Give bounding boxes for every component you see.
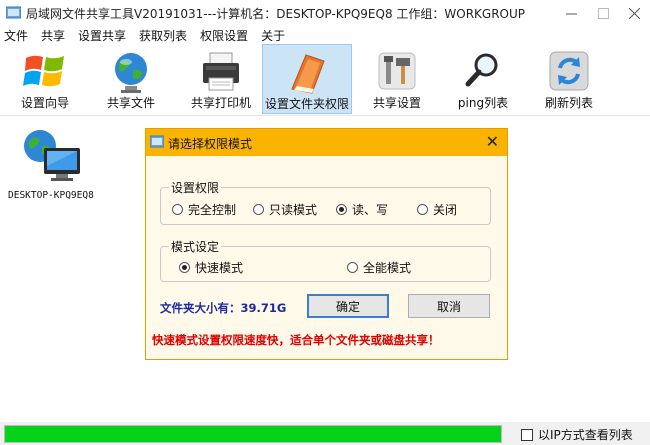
menu-file[interactable]: 文件 bbox=[4, 27, 28, 44]
tool-setup-wizard[interactable]: 设置向导 bbox=[14, 44, 76, 114]
close-button[interactable] bbox=[618, 0, 650, 26]
radio-full-control[interactable]: 完全控制 bbox=[172, 201, 236, 218]
menu-about[interactable]: 关于 bbox=[261, 27, 285, 44]
progress-bar bbox=[4, 425, 502, 443]
folder-book-icon bbox=[291, 54, 325, 94]
menu-share-settings[interactable]: 设置共享 bbox=[78, 27, 126, 44]
tool-label: 共享文件 bbox=[106, 96, 155, 110]
main-window: 局域网文件共享工具V20191031---计算机名：DESKTOP-KPQ9EQ… bbox=[0, 0, 650, 445]
menu-permission-settings[interactable]: 权限设置 bbox=[200, 27, 248, 44]
folder-size-label: 文件夹大小有：39.71G bbox=[160, 301, 287, 315]
mode-group: 模式设定 快速模式 全能模式 bbox=[160, 238, 491, 282]
tool-share-printer[interactable]: 共享打印机 bbox=[186, 44, 256, 114]
ip-view-checkbox[interactable]: 以IP方式查看列表 bbox=[521, 426, 633, 443]
toolbar: 设置向导 共享文件 共享打印机 设置文件夹权限 共享设置 ping列表 刷新列表 bbox=[0, 44, 650, 116]
dialog-app-icon bbox=[150, 135, 164, 148]
radio-circle bbox=[172, 204, 183, 215]
window-title: 局域网文件共享工具V20191031---计算机名：DESKTOP-KPQ9EQ… bbox=[26, 7, 526, 21]
menu-bar: 文件 共享 设置共享 获取列表 权限设置 关于 bbox=[0, 26, 650, 44]
radio-read-write[interactable]: 读、写 bbox=[336, 201, 388, 218]
mode-group-legend: 模式设定 bbox=[169, 238, 222, 255]
tool-label: 共享打印机 bbox=[190, 96, 251, 110]
ok-button[interactable]: 确定 bbox=[307, 294, 389, 318]
radio-label: 关闭 bbox=[433, 203, 458, 217]
tool-share-settings[interactable]: 共享设置 bbox=[366, 44, 428, 114]
dialog-title-bar: 请选择权限模式 ✕ bbox=[146, 129, 507, 156]
permission-group-legend: 设置权限 bbox=[169, 179, 222, 196]
radio-circle bbox=[347, 262, 358, 273]
checkbox-label: 以IP方式查看列表 bbox=[538, 428, 633, 442]
radio-circle-selected bbox=[336, 204, 347, 215]
permission-group: 设置权限 完全控制 只读模式 读、写 关闭 bbox=[160, 179, 491, 225]
warning-text: 快速模式设置权限速度快，适合单个文件夹或磁盘共享！ bbox=[152, 333, 440, 347]
tool-ping-list[interactable]: ping列表 bbox=[452, 44, 514, 114]
tool-refresh-list[interactable]: 刷新列表 bbox=[538, 44, 600, 114]
cancel-button[interactable]: 取消 bbox=[408, 294, 490, 318]
radio-full-mode[interactable]: 全能模式 bbox=[347, 259, 411, 276]
tool-share-file[interactable]: 共享文件 bbox=[100, 44, 162, 114]
tool-label: 刷新列表 bbox=[544, 96, 593, 110]
radio-close[interactable]: 关闭 bbox=[417, 201, 457, 218]
computer-item[interactable]: DESKTOP-KPQ9EQ8 bbox=[8, 126, 108, 216]
computer-name: DESKTOP-KPQ9EQ8 bbox=[8, 190, 94, 201]
radio-label: 读、写 bbox=[352, 203, 389, 217]
tool-label: 设置文件夹权限 bbox=[264, 97, 349, 111]
menu-get-list[interactable]: 获取列表 bbox=[139, 27, 187, 44]
tools-icon bbox=[378, 52, 416, 90]
status-bar: 以IP方式查看列表 bbox=[0, 422, 650, 445]
radio-read-only[interactable]: 只读模式 bbox=[253, 201, 317, 218]
radio-circle-selected bbox=[179, 262, 190, 273]
printer-icon bbox=[203, 52, 239, 91]
title-bar: 局域网文件共享工具V20191031---计算机名：DESKTOP-KPQ9EQ… bbox=[0, 0, 650, 26]
maximize-button[interactable] bbox=[587, 0, 619, 26]
tool-folder-permission[interactable]: 设置文件夹权限 bbox=[262, 44, 352, 114]
radio-fast-mode[interactable]: 快速模式 bbox=[179, 259, 243, 276]
dialog-body: 设置权限 完全控制 只读模式 读、写 关闭 模式设定 快速模式 全能模式 文件夹… bbox=[146, 156, 507, 359]
magnifier-icon bbox=[465, 53, 498, 87]
tool-label: 共享设置 bbox=[372, 96, 421, 110]
app-icon bbox=[6, 6, 21, 19]
radio-label: 全能模式 bbox=[363, 261, 412, 275]
radio-circle bbox=[253, 204, 264, 215]
menu-share[interactable]: 共享 bbox=[41, 27, 65, 44]
radio-circle bbox=[417, 204, 428, 215]
dialog-title: 请选择权限模式 bbox=[168, 137, 253, 151]
progress-fill bbox=[5, 426, 501, 442]
tool-label: ping列表 bbox=[457, 96, 509, 110]
dialog-close-icon[interactable]: ✕ bbox=[486, 132, 499, 151]
permission-dialog: 请选择权限模式 ✕ 设置权限 完全控制 只读模式 读、写 关闭 模式设定 快速模… bbox=[145, 128, 508, 360]
network-computer-icon bbox=[24, 130, 80, 181]
tool-label: 设置向导 bbox=[20, 96, 69, 110]
maximize-icon bbox=[597, 7, 609, 19]
checkbox-box bbox=[521, 428, 533, 441]
windows-logo-icon bbox=[23, 55, 64, 87]
radio-label: 快速模式 bbox=[195, 261, 244, 275]
minimize-icon bbox=[565, 13, 577, 14]
globe-icon bbox=[115, 53, 147, 93]
minimize-button[interactable] bbox=[555, 0, 587, 26]
radio-label: 完全控制 bbox=[188, 203, 237, 217]
refresh-icon bbox=[549, 51, 589, 91]
radio-label: 只读模式 bbox=[269, 203, 318, 217]
close-icon bbox=[628, 7, 640, 19]
